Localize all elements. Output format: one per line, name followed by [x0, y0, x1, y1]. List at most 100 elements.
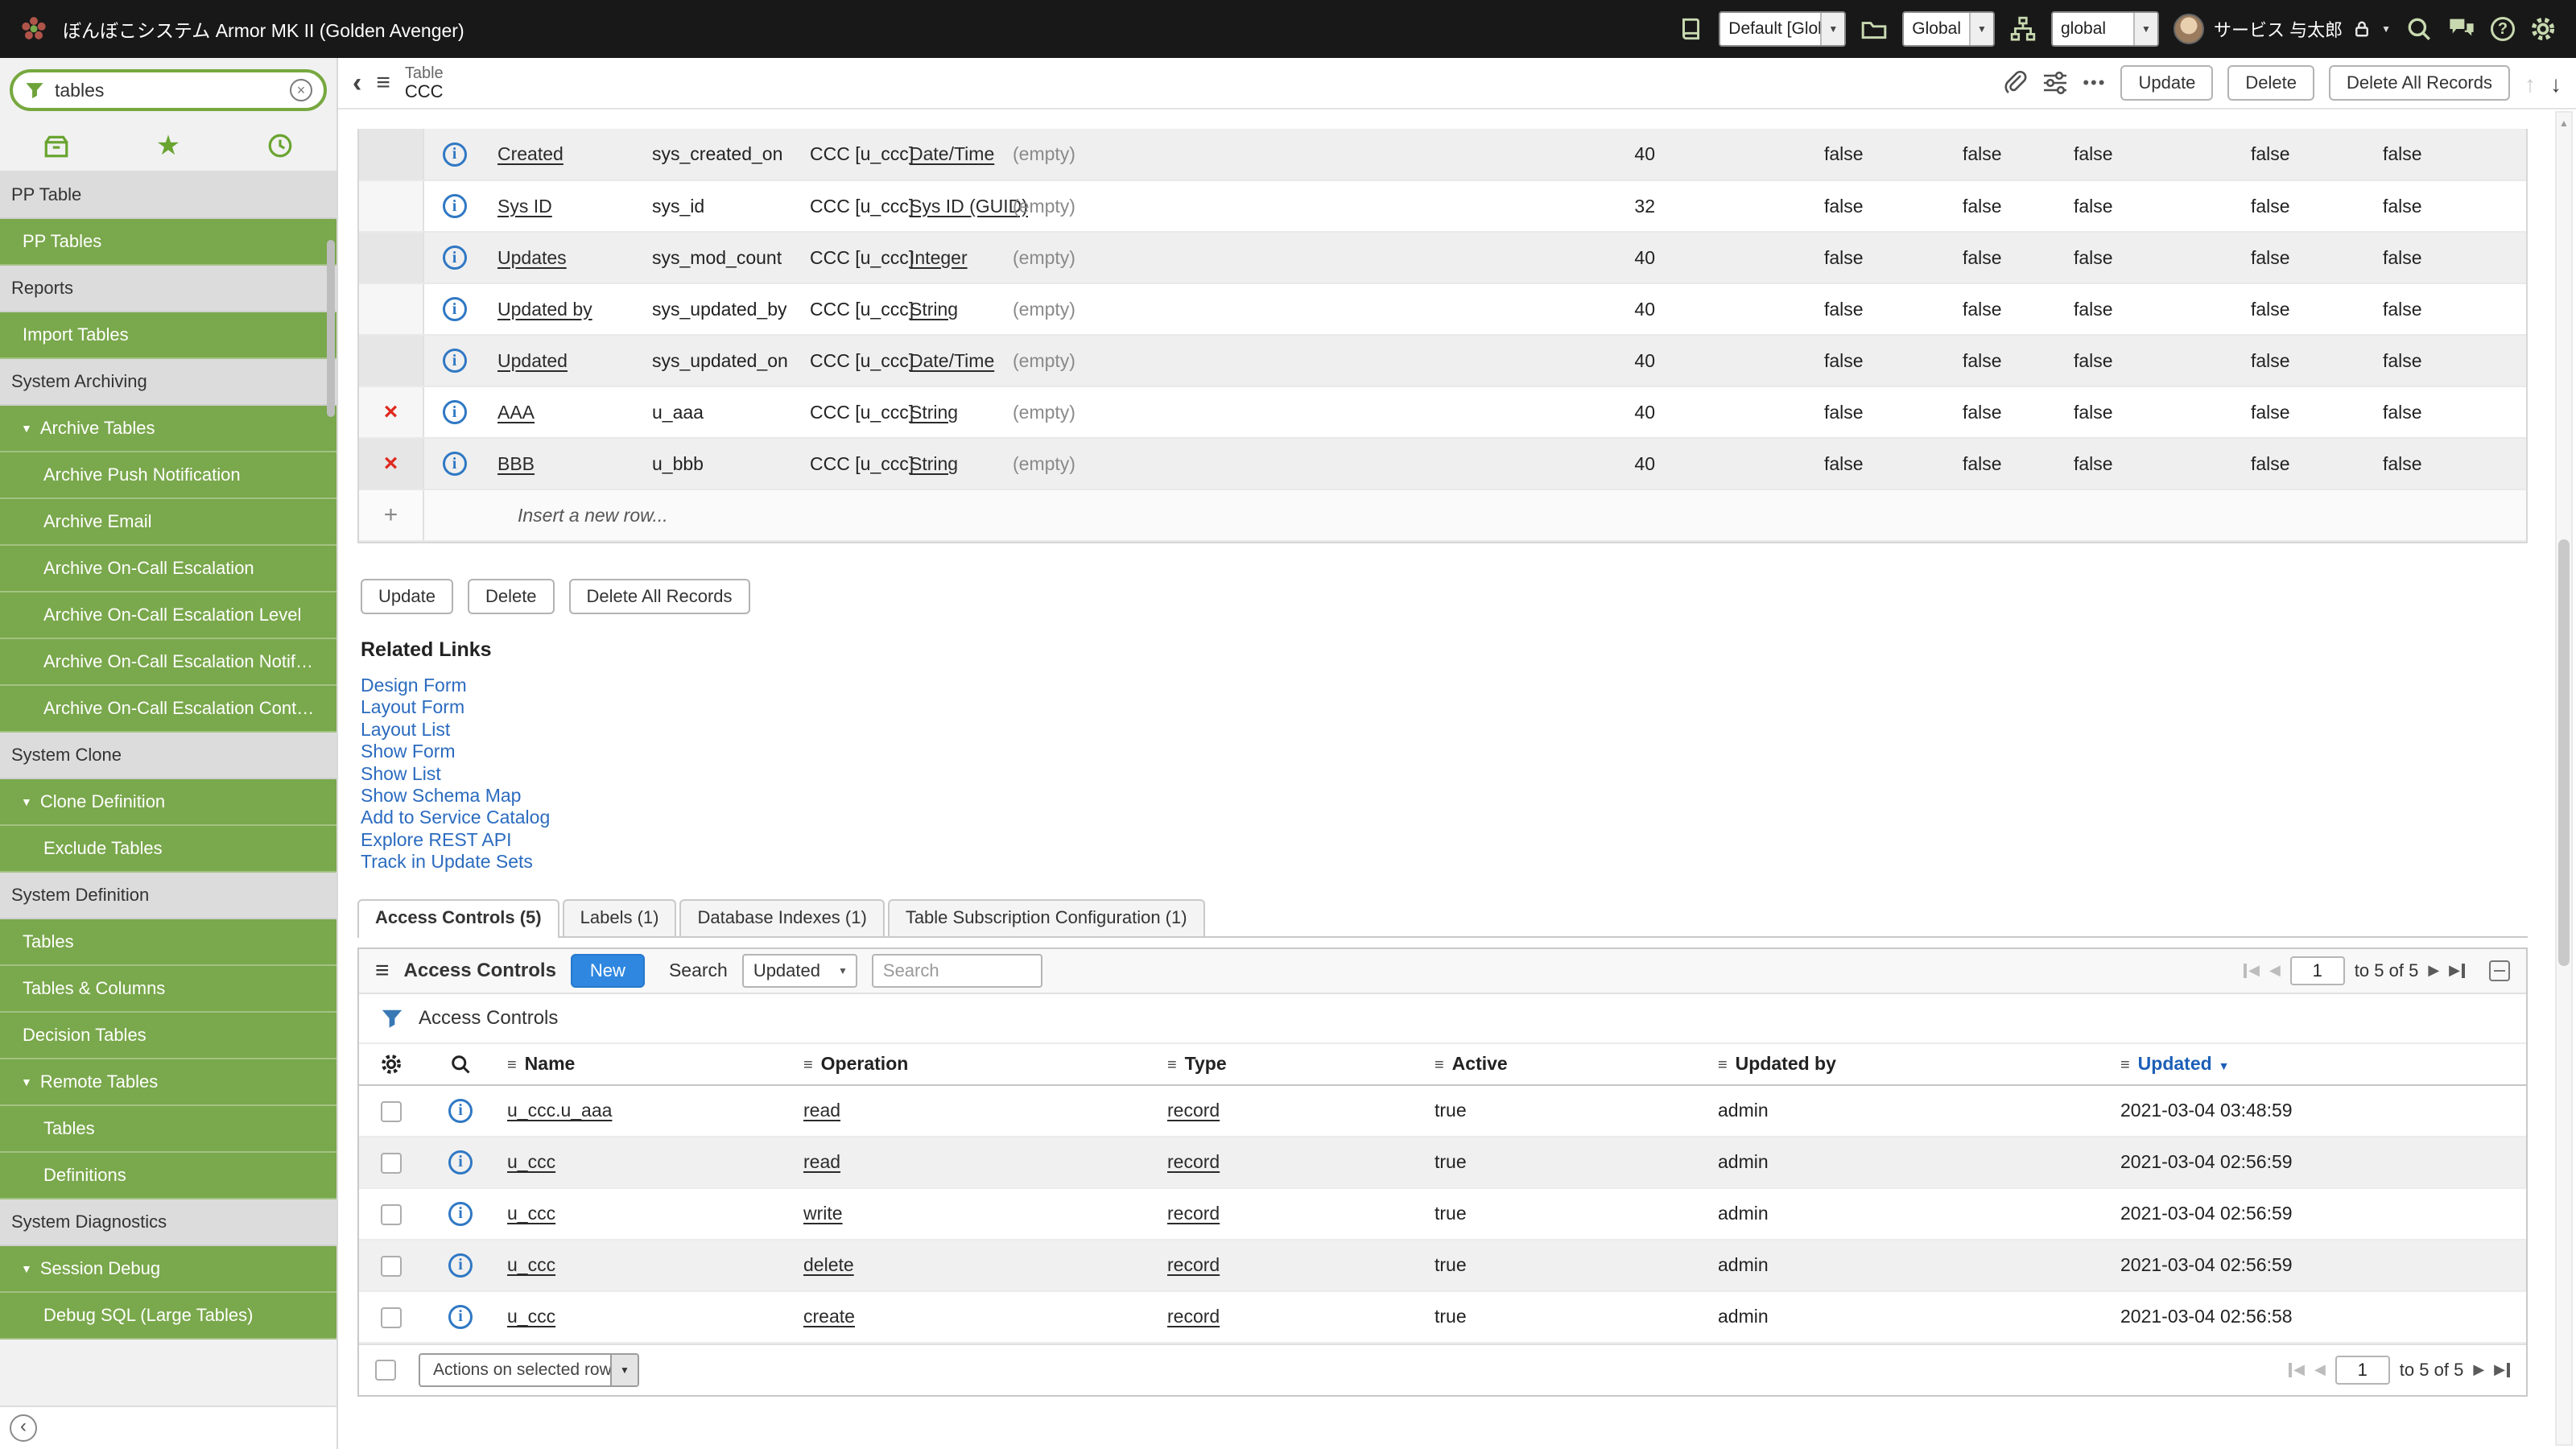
main-scrollbar[interactable]: ▲ [2555, 111, 2573, 1446]
new-button[interactable]: New [571, 954, 645, 988]
delete-column-icon[interactable]: × [384, 398, 398, 425]
acl-type-link[interactable]: record [1167, 1203, 1220, 1224]
update-button[interactable]: Update [2120, 65, 2213, 101]
page-number-input[interactable] [2335, 1356, 2390, 1385]
column-header-updated-by[interactable]: ≡Updated by [1708, 1043, 2111, 1085]
delete-column-icon[interactable]: × [384, 450, 398, 477]
acl-operation-link[interactable]: read [803, 1100, 840, 1121]
info-icon[interactable]: i [448, 1253, 473, 1278]
nav-item-clone-definition[interactable]: ▼Clone Definition [0, 779, 336, 826]
delete-button[interactable]: Delete [2227, 65, 2314, 101]
nav-item-pp-tables[interactable]: PP Tables [0, 219, 336, 266]
nav-item-import-tables[interactable]: Import Tables [0, 312, 336, 359]
scroll-up-icon[interactable]: ▲ [2557, 118, 2571, 129]
column-type-link[interactable]: Integer [910, 247, 968, 268]
link-layout-list[interactable]: Layout List [361, 719, 2528, 741]
delete-all-records-button[interactable]: Delete All Records [569, 579, 750, 614]
first-page-icon[interactable]: ◀ [2244, 962, 2260, 979]
delete-button[interactable]: Delete [468, 579, 555, 614]
link-show-list[interactable]: Show List [361, 763, 2528, 785]
acl-type-link[interactable]: record [1167, 1254, 1220, 1275]
search-field-select[interactable]: Updated ▼ [742, 954, 857, 988]
tab-favorites[interactable]: ★ [112, 121, 224, 171]
row-checkbox[interactable] [381, 1256, 402, 1277]
info-icon[interactable]: i [443, 452, 467, 476]
column-type-link[interactable]: String [910, 299, 958, 320]
acl-type-link[interactable]: record [1167, 1306, 1220, 1327]
next-page-icon[interactable]: ▶ [2473, 1361, 2484, 1378]
info-icon[interactable]: i [443, 194, 467, 218]
attachment-icon[interactable] [2002, 70, 2028, 96]
row-checkbox[interactable] [381, 1153, 402, 1174]
column-type-link[interactable]: String [910, 402, 958, 423]
tab-history[interactable] [225, 121, 336, 171]
column-header-updated[interactable]: ≡Updated▼ [2111, 1043, 2526, 1085]
nav-item-definitions[interactable]: Definitions [0, 1153, 336, 1199]
link-layout-form[interactable]: Layout Form [361, 696, 2528, 718]
list-search-icon[interactable] [423, 1043, 497, 1085]
info-icon[interactable]: i [448, 1202, 473, 1226]
link-add-to-service-catalog[interactable]: Add to Service Catalog [361, 807, 2528, 828]
column-type-link[interactable]: Sys ID (GUID) [910, 196, 1028, 217]
actions-on-selected-rows-select[interactable]: Actions on selected rows... ▼ [419, 1353, 639, 1387]
acl-operation-link[interactable]: write [803, 1203, 843, 1224]
scope-map-icon[interactable] [2009, 15, 2037, 43]
link-track-in-update-sets[interactable]: Track in Update Sets [361, 851, 2528, 873]
personalize-list-gear-icon[interactable] [359, 1043, 423, 1085]
column-label-link[interactable]: Updated [497, 350, 568, 371]
delete-all-records-button[interactable]: Delete All Records [2329, 65, 2510, 101]
acl-name-link[interactable]: u_ccc [507, 1151, 555, 1172]
acl-operation-link[interactable]: delete [803, 1254, 854, 1275]
update-set-icon[interactable] [1677, 15, 1704, 43]
last-page-icon[interactable]: ▶ [2494, 1361, 2510, 1378]
user-menu[interactable]: サービス 与太郎 ▼ [2174, 14, 2391, 44]
previous-page-icon[interactable]: ◀ [2314, 1361, 2326, 1378]
column-header-active[interactable]: ≡Active [1425, 1043, 1708, 1085]
tab-database-indexes[interactable]: Database Indexes (1) [679, 899, 884, 936]
tab-table-subscription-configuration[interactable]: Table Subscription Configuration (1) [888, 899, 1205, 936]
acl-operation-link[interactable]: create [803, 1306, 855, 1327]
back-button[interactable]: ‹ [353, 69, 361, 97]
info-icon[interactable]: i [443, 142, 467, 167]
nav-item-remote-tables-tables[interactable]: Tables [0, 1106, 336, 1153]
gear-icon[interactable] [2529, 15, 2557, 43]
insert-row[interactable]: + Insert a new row... [359, 489, 2526, 541]
update-button[interactable]: Update [361, 579, 453, 614]
column-label-link[interactable]: Created [497, 143, 564, 164]
info-icon[interactable]: i [443, 297, 467, 321]
column-label-link[interactable]: AAA [497, 402, 535, 423]
last-page-icon[interactable]: ▶ [2449, 962, 2465, 979]
link-show-schema-map[interactable]: Show Schema Map [361, 785, 2528, 807]
acl-type-link[interactable]: record [1167, 1100, 1220, 1121]
acl-operation-link[interactable]: read [803, 1151, 840, 1172]
filter-icon[interactable] [380, 1006, 404, 1030]
link-explore-rest-api[interactable]: Explore REST API [361, 829, 2528, 851]
info-icon[interactable]: i [443, 349, 467, 373]
page-number-input[interactable] [2290, 956, 2345, 985]
column-header-operation[interactable]: ≡Operation [794, 1043, 1158, 1085]
info-icon[interactable]: i [448, 1305, 473, 1329]
acl-type-link[interactable]: record [1167, 1151, 1220, 1172]
nav-item-archive-tables[interactable]: ▼Archive Tables [0, 406, 336, 452]
nav-item-exclude-tables[interactable]: Exclude Tables [0, 826, 336, 873]
next-page-icon[interactable]: ▶ [2428, 962, 2439, 979]
info-icon[interactable]: i [448, 1099, 473, 1123]
column-header-type[interactable]: ≡Type [1158, 1043, 1425, 1085]
application-icon[interactable] [1860, 15, 1888, 43]
column-type-link[interactable]: String [910, 453, 958, 474]
chat-icon[interactable] [2447, 14, 2476, 43]
tab-labels[interactable]: Labels (1) [563, 899, 677, 936]
column-label-link[interactable]: Updated by [497, 299, 592, 320]
info-icon[interactable]: i [448, 1150, 473, 1174]
link-show-form[interactable]: Show Form [361, 741, 2528, 762]
scrollbar-thumb[interactable] [2558, 539, 2570, 966]
minimize-list-icon[interactable] [2489, 960, 2510, 981]
info-icon[interactable]: i [443, 400, 467, 424]
navigator-scrollbar-thumb[interactable] [327, 240, 335, 417]
acl-name-link[interactable]: u_ccc [507, 1306, 555, 1327]
application-picker[interactable]: Global ▼ [1902, 11, 1995, 47]
nav-item-archive-push-notification[interactable]: Archive Push Notification [0, 452, 336, 499]
row-checkbox[interactable] [381, 1307, 402, 1328]
nav-item-archive-on-call-escalation-notif[interactable]: Archive On-Call Escalation Notif… [0, 639, 336, 686]
nav-item-remote-tables[interactable]: ▼Remote Tables [0, 1059, 336, 1106]
